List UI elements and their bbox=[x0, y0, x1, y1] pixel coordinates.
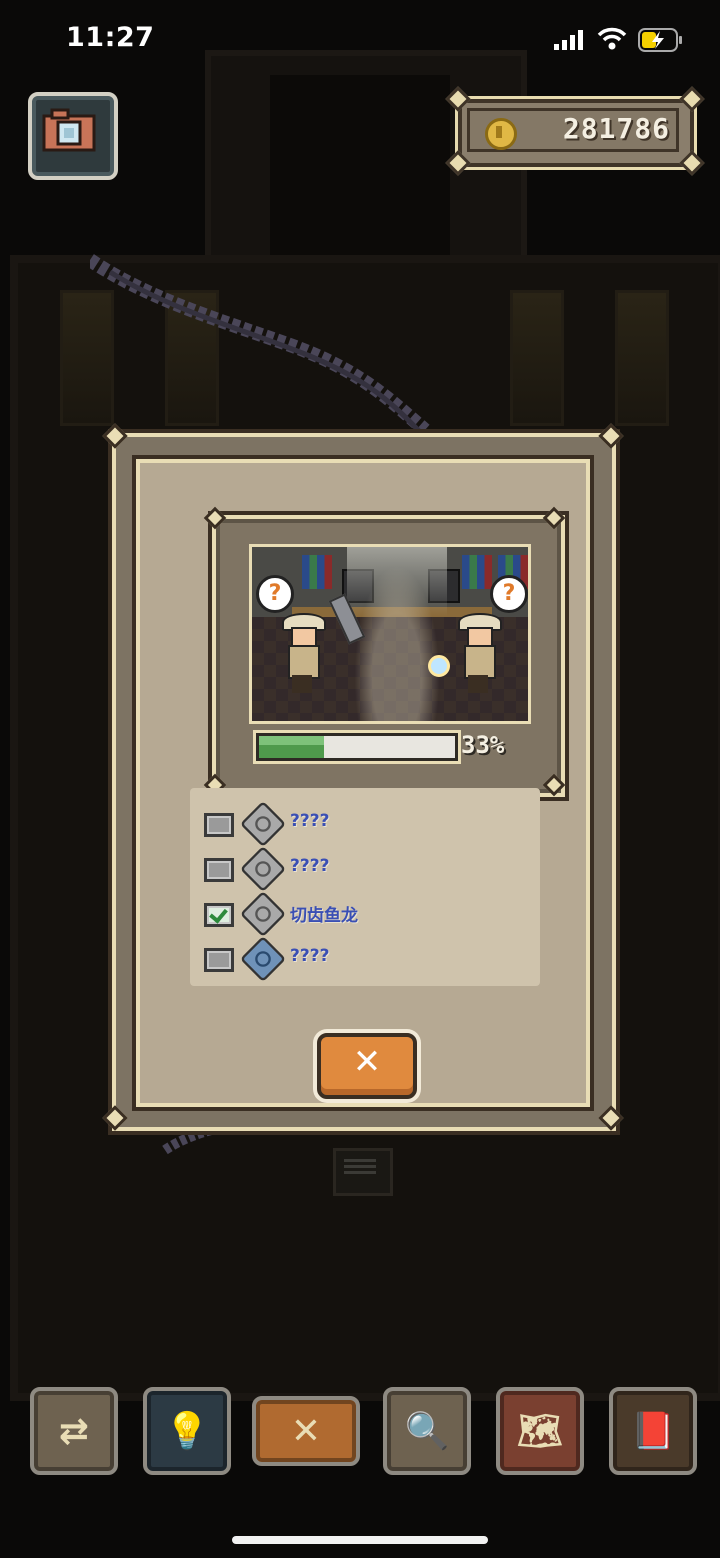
coin-icon bbox=[485, 118, 517, 150]
fossil-candidate-list: ???? ???? 切齿鱼龙 ???? bbox=[190, 788, 540, 986]
fossil-name: ???? bbox=[290, 856, 330, 876]
fossil-checkbox[interactable] bbox=[204, 858, 234, 882]
lab-scene-illustration: ? ? bbox=[249, 544, 531, 724]
coin-counter: 281786 bbox=[445, 86, 705, 176]
game-screen: 11:27 281786 ? ? 33% ???? ???? 切齿鱼龙 ????… bbox=[0, 0, 720, 1558]
fossil-gray-icon bbox=[239, 845, 287, 893]
map-button[interactable]: 🗺 bbox=[496, 1387, 584, 1475]
close-dialog-button[interactable]: ✕ bbox=[317, 1033, 417, 1099]
question-bubble: ? bbox=[256, 575, 294, 613]
dialog-inner-panel: ? ? 33% ???? ???? 切齿鱼龙 ???? ✕ bbox=[136, 459, 590, 1107]
bookshelf bbox=[462, 555, 492, 589]
fossil-row[interactable]: ???? bbox=[204, 800, 524, 848]
frame-corner-ornament bbox=[542, 773, 566, 797]
identification-progress-bar bbox=[256, 733, 458, 761]
fossil-gray-icon bbox=[239, 800, 287, 848]
background-pillar bbox=[510, 290, 564, 426]
fossil-checkbox[interactable] bbox=[204, 948, 234, 972]
progress-fill bbox=[259, 736, 324, 758]
fossil-name: 切齿鱼龙 bbox=[290, 906, 358, 926]
progress-label: 33% bbox=[461, 731, 505, 759]
swap-button[interactable]: ⇄ bbox=[30, 1387, 118, 1475]
exhibit-plaque bbox=[333, 1148, 393, 1196]
coin-value: 281786 bbox=[562, 112, 670, 145]
fossil-checkbox[interactable] bbox=[204, 813, 234, 837]
fossil-checkbox-checked[interactable] bbox=[204, 903, 234, 927]
cancel-button[interactable]: ✕ bbox=[252, 1396, 360, 1466]
fossil-row[interactable]: ???? bbox=[204, 935, 524, 983]
cellular-signal-icon bbox=[554, 30, 583, 50]
background-doorway bbox=[270, 75, 450, 260]
swap-icon: ⇄ bbox=[58, 1410, 90, 1452]
explorer-character bbox=[458, 613, 502, 695]
question-bubble: ? bbox=[490, 575, 528, 613]
fossil-row[interactable]: ???? bbox=[204, 845, 524, 893]
background-pillar bbox=[615, 290, 669, 426]
frame-corner-ornament bbox=[203, 506, 227, 530]
book-button[interactable]: 📕 bbox=[609, 1387, 697, 1475]
close-icon: ✕ bbox=[290, 1410, 322, 1452]
fossil-name: ???? bbox=[290, 946, 330, 966]
fossil-identification-dialog: ? ? 33% ???? ???? 切齿鱼龙 ???? ✕ bbox=[102, 423, 624, 1131]
status-time: 11:27 bbox=[66, 22, 155, 53]
camera-icon bbox=[42, 108, 96, 152]
magnifying-glass bbox=[428, 655, 450, 677]
bookshelf bbox=[302, 555, 332, 589]
home-indicator[interactable] bbox=[232, 1536, 488, 1544]
wifi-icon bbox=[597, 27, 627, 50]
search-button[interactable]: 🔍 bbox=[383, 1387, 471, 1475]
fossil-blue-icon bbox=[239, 935, 287, 983]
status-bar: 11:27 bbox=[0, 0, 720, 80]
frame-corner-ornament bbox=[542, 506, 566, 530]
magnifier-question-icon: 🔍 bbox=[404, 1411, 450, 1452]
explorer-character bbox=[282, 613, 326, 695]
fossil-name: ???? bbox=[290, 811, 330, 831]
map-icon: 🗺 bbox=[517, 1411, 563, 1452]
identification-scene-frame: ? ? 33% bbox=[203, 506, 566, 797]
book-icon: 📕 bbox=[630, 1411, 676, 1452]
fossil-gray-icon bbox=[239, 890, 287, 938]
lightbulb-icon: 💡 bbox=[164, 1411, 210, 1452]
close-icon: ✕ bbox=[352, 1042, 382, 1082]
fossil-row[interactable]: 切齿鱼龙 bbox=[204, 890, 524, 938]
hint-button[interactable]: 💡 bbox=[143, 1387, 231, 1475]
fossil-skeleton-tail bbox=[90, 254, 430, 436]
battery-charging-icon bbox=[638, 28, 682, 52]
camera-button[interactable] bbox=[28, 92, 118, 180]
